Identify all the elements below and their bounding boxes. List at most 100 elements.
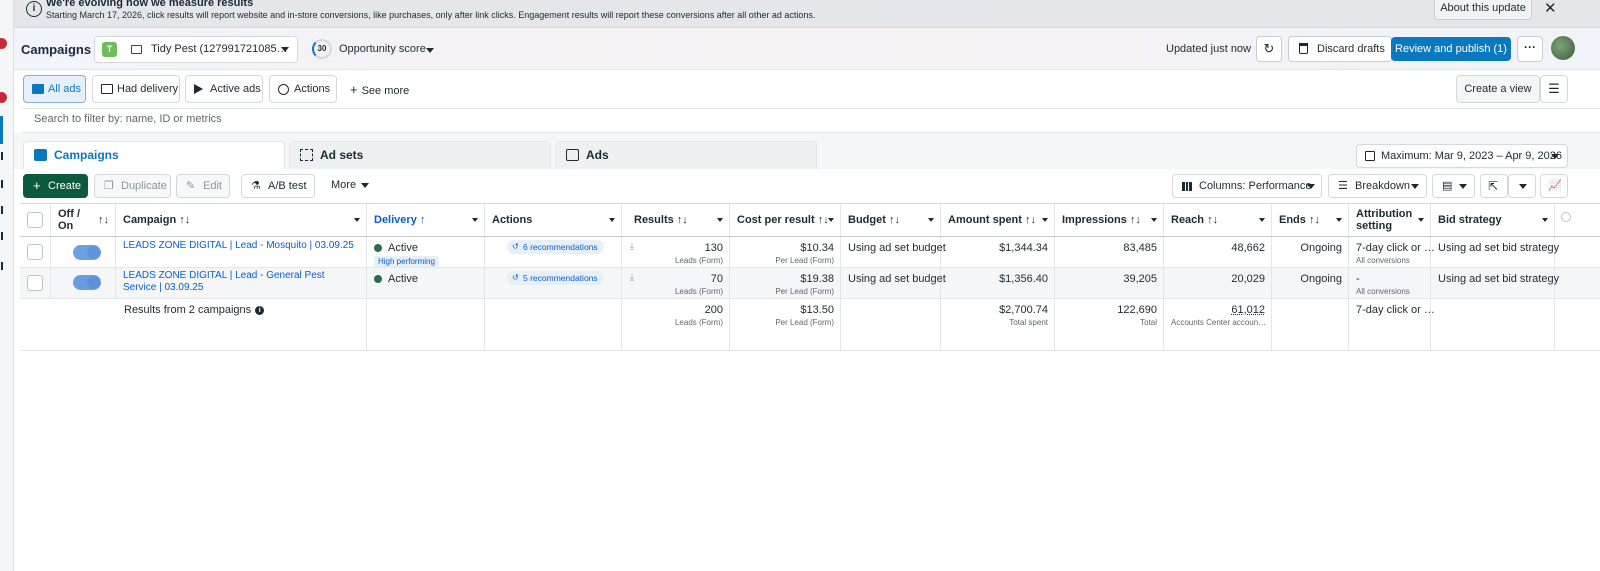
bid-strategy-value: Using ad set bid strategy	[1438, 273, 1560, 285]
filter-search-bar[interactable]	[22, 108, 1600, 133]
saved-views-bar: All ads Had delivery Active ads Actions …	[14, 70, 1600, 108]
notification-badge[interactable]	[0, 38, 7, 49]
account-name: Tidy Pest (127991721085…	[151, 43, 288, 55]
tab-ads[interactable]: Ads	[555, 141, 817, 169]
header-label: Bid strategy	[1438, 214, 1502, 226]
header-campaign[interactable]: Campaign ↑↓	[116, 204, 367, 236]
chevron-down-icon[interactable]	[828, 218, 834, 222]
active-nav-indicator	[0, 116, 3, 144]
settings-sliders-icon[interactable]: ☰	[1540, 75, 1568, 103]
duplicate-button[interactable]: ❐ Duplicate	[94, 174, 171, 198]
campaign-name-link[interactable]: LEADS ZONE DIGITAL | Lead - General Pest…	[123, 270, 359, 294]
header-attribution[interactable]: Attribution setting	[1349, 204, 1431, 236]
download-icon[interactable]: ⤓	[630, 241, 634, 252]
header-select-all[interactable]	[20, 204, 51, 236]
header-results[interactable]: Results ↑↓	[622, 204, 730, 236]
total-reach[interactable]: 61,012	[1231, 304, 1265, 316]
create-view-button[interactable]: Create a view	[1456, 75, 1540, 103]
campaign-toggle[interactable]	[73, 245, 101, 260]
table-row[interactable]: LEADS ZONE DIGITAL | Lead - Mosquito | 0…	[20, 237, 1600, 268]
header-label: Amount spent ↑↓	[948, 214, 1037, 226]
see-more-button[interactable]: + See more	[350, 82, 409, 97]
create-button[interactable]: + Create	[23, 174, 88, 198]
profile-avatar[interactable]	[1551, 36, 1575, 60]
header-cost-per-result[interactable]: Cost per result ↑↓	[730, 204, 841, 236]
table-row[interactable]: LEADS ZONE DIGITAL | Lead - General Pest…	[20, 268, 1600, 299]
chevron-down-icon[interactable]	[1151, 218, 1157, 222]
header-ends[interactable]: Ends ↑↓	[1272, 204, 1349, 236]
view-actions[interactable]: Actions	[269, 75, 337, 103]
plus-icon: +	[350, 82, 358, 97]
banner-title: We're evolving how we measure results	[46, 0, 254, 9]
view-active-ads[interactable]: Active ads	[185, 75, 263, 103]
header-actions[interactable]: Actions	[485, 204, 622, 236]
export-options-button[interactable]	[1508, 174, 1536, 198]
ab-test-button[interactable]: ⚗ A/B test	[241, 174, 315, 198]
about-update-button[interactable]: About this update	[1434, 0, 1532, 20]
columns-button[interactable]: Columns: Performance	[1172, 174, 1322, 198]
sort-icon[interactable]: ↑↓	[98, 214, 109, 226]
tab-ad-sets[interactable]: Ad sets	[289, 141, 551, 169]
row-checkbox[interactable]	[27, 244, 43, 260]
export-button[interactable]: ⇱	[1480, 174, 1508, 198]
header-reach[interactable]: Reach ↑↓	[1164, 204, 1272, 236]
review-publish-button[interactable]: Review and publish (1)	[1391, 37, 1511, 61]
view-all-ads[interactable]: All ads	[23, 75, 86, 103]
cpr-value: $19.38	[800, 273, 834, 285]
nav-icon[interactable]	[1, 206, 7, 214]
more-button[interactable]: More	[322, 174, 377, 198]
page-header: Campaigns T Tidy Pest (127991721085… 30 …	[14, 28, 1600, 70]
close-icon[interactable]: ✕	[1544, 0, 1557, 17]
nav-icon[interactable]	[1, 152, 7, 160]
tab-label: Ads	[586, 148, 609, 162]
refresh-button[interactable]: ↻	[1256, 36, 1282, 62]
chevron-down-icon[interactable]	[609, 218, 615, 222]
info-icon[interactable]: i	[255, 305, 265, 315]
chevron-down-icon	[281, 47, 289, 52]
campaign-toggle[interactable]	[73, 275, 101, 290]
header-budget[interactable]: Budget ↑↓	[841, 204, 941, 236]
date-range-picker[interactable]: Maximum: Mar 9, 2023 – Apr 9, 2026	[1356, 144, 1568, 168]
chevron-down-icon[interactable]	[1259, 218, 1265, 222]
add-column-icon[interactable]	[1561, 212, 1571, 222]
search-input[interactable]	[34, 113, 834, 125]
more-options-icon[interactable]: ···	[1517, 36, 1543, 62]
chevron-down-icon[interactable]	[1418, 218, 1424, 222]
view-had-delivery[interactable]: Had delivery	[92, 75, 180, 103]
header-bid-strategy[interactable]: Bid strategy	[1431, 204, 1555, 236]
breakdown-button[interactable]: ☰ Breakdown	[1328, 174, 1427, 198]
nav-icon[interactable]	[1, 180, 7, 188]
nav-icon[interactable]	[1, 232, 7, 240]
header-delivery[interactable]: Delivery ↑	[367, 204, 485, 236]
discard-drafts-button[interactable]: Discard drafts	[1288, 36, 1392, 62]
edit-button[interactable]: ✎ Edit	[176, 174, 230, 198]
header-impressions[interactable]: Impressions ↑↓	[1055, 204, 1164, 236]
select-all-checkbox[interactable]	[27, 212, 43, 228]
campaign-name-link[interactable]: LEADS ZONE DIGITAL | Lead - Mosquito | 0…	[123, 240, 354, 251]
tab-campaigns[interactable]: Campaigns	[23, 141, 285, 169]
chevron-down-icon[interactable]	[1042, 218, 1048, 222]
chevron-down-icon	[1411, 184, 1419, 189]
header-add-column[interactable]	[1555, 204, 1600, 236]
recommendations-badge[interactable]: 5 recommendations	[507, 271, 604, 285]
total-attribution: 7-day click or …	[1356, 304, 1435, 316]
view-label: Actions	[294, 83, 331, 95]
chevron-down-icon[interactable]	[1542, 218, 1548, 222]
recommendations-badge[interactable]: 6 recommendations	[507, 240, 604, 254]
chevron-down-icon[interactable]	[354, 218, 360, 222]
chevron-down-icon[interactable]	[472, 218, 478, 222]
header-amount-spent[interactable]: Amount spent ↑↓	[941, 204, 1055, 236]
account-selector[interactable]: T Tidy Pest (127991721085…	[94, 36, 298, 63]
chevron-down-icon[interactable]	[1336, 218, 1342, 222]
download-icon[interactable]: ⤓	[630, 272, 634, 283]
delivery-status: Active	[374, 273, 418, 285]
chevron-down-icon[interactable]	[928, 218, 934, 222]
chevron-down-icon[interactable]	[717, 218, 723, 222]
flask-icon: ⚗	[251, 180, 261, 192]
reports-button[interactable]: ▤	[1432, 174, 1475, 198]
charts-button[interactable]: 📈	[1540, 174, 1568, 198]
notification-badge[interactable]	[0, 92, 7, 103]
header-onoff[interactable]: Off / On ↑↓	[51, 204, 116, 236]
row-checkbox[interactable]	[27, 275, 43, 291]
nav-icon[interactable]	[1, 262, 7, 270]
